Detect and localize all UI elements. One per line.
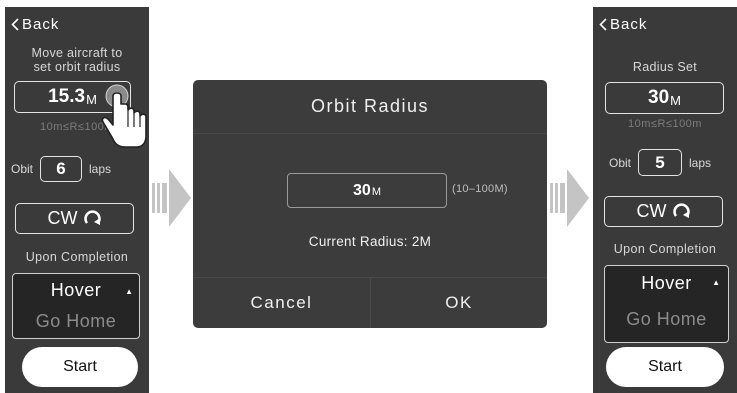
laps-input[interactable]: 6	[40, 156, 83, 182]
radius-set-header: Radius Set	[632, 60, 698, 74]
back-button[interactable]: Back	[11, 16, 59, 33]
current-radius-text: Current Radius: 2M	[308, 234, 432, 249]
left-orbit-panel: Back Move aircraft to set orbit radius 1…	[5, 7, 149, 393]
ok-button[interactable]: OK	[371, 278, 547, 328]
right-orbit-panel: Back Radius Set 30 M 10m≤R≤100m Obit 5 l…	[593, 7, 737, 393]
radius-unit: M	[670, 92, 681, 108]
start-button[interactable]: Start	[22, 347, 138, 387]
option-hover[interactable]: Hover	[605, 273, 728, 294]
flow-arrow-icon	[550, 169, 589, 227]
radius-unit: M	[86, 91, 97, 107]
chevron-left-icon	[599, 18, 607, 31]
obit-label: Obit	[11, 162, 34, 176]
back-label: Back	[610, 16, 648, 33]
back-button[interactable]: Back	[599, 16, 647, 33]
direction-label: CW	[636, 201, 667, 221]
laps-row: Obit 6 laps	[11, 156, 111, 182]
back-label: Back	[22, 16, 60, 33]
flow-arrow-icon	[152, 169, 191, 227]
radius-value: 15.3	[48, 86, 86, 107]
direction-label: CW	[47, 208, 78, 228]
completion-label: Upon Completion	[613, 242, 717, 256]
instruction-text: Move aircraft to set orbit radius	[5, 46, 149, 74]
radius-input[interactable]: 30 M	[287, 173, 447, 208]
completion-label: Upon Completion	[25, 250, 129, 264]
laps-input[interactable]: 5	[638, 149, 683, 176]
start-button[interactable]: Start	[606, 347, 724, 387]
radius-value: 30	[648, 87, 670, 108]
dialog-title: Orbit Radius	[310, 96, 430, 116]
divider	[193, 133, 547, 134]
laps-label: laps	[689, 155, 712, 170]
clockwise-icon	[83, 209, 101, 225]
cancel-button[interactable]: Cancel	[193, 278, 370, 328]
clockwise-icon	[672, 202, 690, 218]
radius-input-unit: M	[371, 186, 381, 198]
laps-row: Obit 5 laps	[609, 149, 711, 176]
direction-toggle[interactable]: CW	[15, 203, 134, 234]
completion-select[interactable]: Hover ▲ Go Home	[604, 265, 729, 343]
radius-range-hint: (10–100M)	[452, 183, 508, 195]
caret-up-icon: ▲	[125, 287, 133, 296]
hand-pointer-icon	[101, 84, 147, 148]
instruction-line-1: Move aircraft to	[31, 46, 123, 60]
obit-label: Obit	[609, 155, 632, 170]
caret-up-icon: ▲	[712, 278, 720, 287]
radius-display[interactable]: 30 M	[605, 82, 724, 114]
completion-select[interactable]: Hover ▲ Go Home	[12, 273, 140, 339]
instruction-line-2: set orbit radius	[33, 60, 121, 74]
option-go-home[interactable]: Go Home	[13, 311, 139, 332]
orbit-radius-dialog: Orbit Radius 30 M (10–100M) Current Radi…	[193, 80, 547, 328]
direction-toggle[interactable]: CW	[604, 196, 723, 227]
option-hover[interactable]: Hover	[13, 280, 139, 301]
chevron-left-icon	[11, 18, 19, 31]
radius-range-text: 10m≤R≤100m	[628, 118, 702, 130]
option-go-home[interactable]: Go Home	[605, 309, 728, 330]
radius-input-value: 30	[353, 181, 371, 199]
laps-label: laps	[89, 162, 112, 176]
